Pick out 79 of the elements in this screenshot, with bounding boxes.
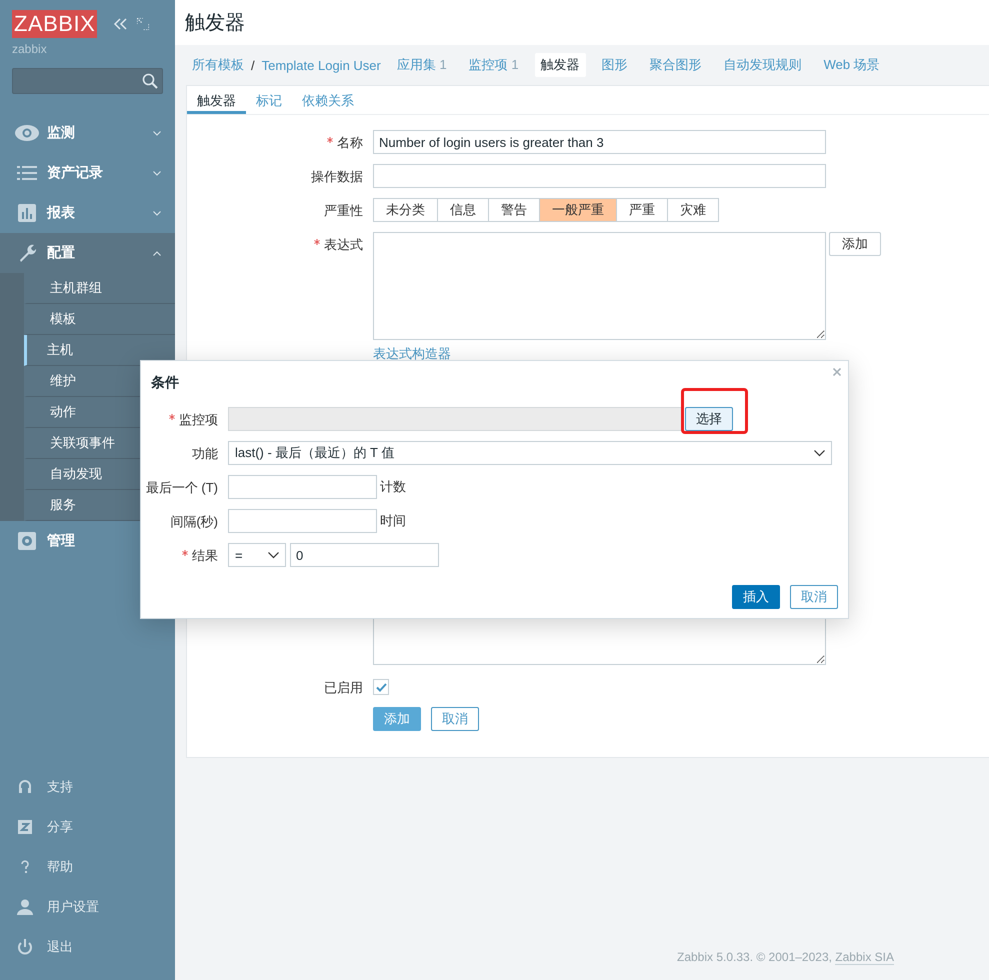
menu-item[interactable]: 报表 (0, 193, 175, 233)
power-icon (17, 939, 33, 955)
unit-label: 计数 (380, 478, 406, 496)
text-field[interactable]: 0 (290, 543, 439, 567)
submenu-item[interactable]: 主机 (24, 335, 175, 366)
close-icon[interactable] (833, 368, 841, 376)
chevron-icon (153, 250, 161, 256)
menu-item[interactable]: 监测 (0, 113, 175, 153)
insert-button[interactable]: 插入 (732, 585, 780, 609)
chevron-icon (153, 210, 161, 216)
field-label: 名称 (327, 134, 363, 152)
text-field[interactable] (228, 509, 377, 533)
chevron-icon (814, 450, 825, 456)
field-label: 功能 (192, 445, 218, 463)
breadcrumb-link[interactable]: 所有模板 (192, 56, 244, 74)
nav-tab[interactable]: 触发器 (534, 53, 586, 77)
severity-option[interactable]: 一般严重 (539, 199, 616, 221)
expression-field[interactable] (373, 232, 826, 340)
field-label: 已启用 (324, 679, 363, 697)
checkbox[interactable] (373, 679, 389, 695)
menu-item[interactable]: 分享 (0, 807, 175, 847)
field-label: 监控项 (169, 411, 218, 429)
text-field[interactable] (373, 164, 826, 188)
text-field[interactable]: Number of login users is greater than 3 (373, 130, 826, 154)
submenu-item[interactable]: 模板 (24, 304, 175, 335)
breadcrumb-link[interactable]: Template Login User (262, 58, 381, 72)
server-name: zabbix (11, 41, 48, 56)
gear-icon (18, 532, 36, 550)
footer-link[interactable]: Zabbix SIA (835, 950, 894, 965)
search-field[interactable] (12, 68, 163, 94)
nav-tab[interactable]: 图形 (596, 53, 634, 77)
field-label: 严重性 (324, 202, 363, 220)
page-title: 触发器 (185, 11, 245, 36)
eye-icon (14, 124, 40, 142)
add-button[interactable]: 添加 (373, 707, 421, 731)
collapse-icon (113, 18, 128, 30)
menu-item[interactable]: 支持 (0, 767, 175, 807)
form-tab[interactable]: 触发器 (187, 86, 246, 114)
nav-tab[interactable]: 自动发现规则 (718, 53, 808, 77)
nav-tab[interactable]: 监控项 1 (462, 53, 525, 77)
text-field[interactable] (228, 475, 377, 499)
search-icon (142, 73, 158, 89)
headset-icon (18, 779, 32, 795)
wrench-icon (17, 243, 37, 263)
question-icon (20, 859, 30, 875)
field-label: 操作数据 (311, 168, 363, 186)
list-icon (17, 166, 37, 180)
submenu-item[interactable]: 主机群组 (24, 273, 175, 304)
chevron-icon (153, 170, 161, 176)
add-button[interactable]: 添加 (829, 232, 881, 256)
breadcrumb-separator: / (251, 58, 255, 72)
dropdown[interactable]: last() - 最后（最近）的 T 值 (228, 441, 832, 465)
z-square-icon (18, 820, 32, 834)
menu-item[interactable]: 帮助 (0, 847, 175, 887)
logo[interactable]: ZABBIX (12, 10, 98, 38)
form-tab[interactable]: 依赖关系 (292, 86, 364, 114)
dropdown[interactable]: = (228, 543, 286, 567)
user-icon (17, 899, 33, 915)
menu-item[interactable]: 退出 (0, 927, 175, 967)
unit-label: 时间 (380, 512, 406, 530)
expression-builder-link[interactable]: 表达式构造器 (373, 345, 451, 363)
nav-tab[interactable]: 应用集 1 (390, 53, 453, 77)
footer-text: Zabbix 5.0.33. © 2001–2023, Zabbix SIA (677, 950, 894, 967)
form-tab[interactable]: 标记 (246, 86, 292, 114)
menu-item[interactable]: 配置 (0, 233, 175, 273)
cancel-button[interactable]: 取消 (790, 585, 838, 609)
field-label: 结果 (182, 547, 218, 565)
menu-item[interactable]: 资产记录 (0, 153, 175, 193)
cancel-button[interactable]: 取消 (431, 707, 479, 731)
nav-tab[interactable]: Web 场景 (818, 53, 886, 77)
bar-chart-icon (18, 204, 36, 222)
field-label: 表达式 (314, 236, 363, 254)
select-button[interactable]: 选择 (685, 407, 733, 431)
nav-tab[interactable]: 聚合图形 (644, 53, 708, 77)
chevron-icon (268, 552, 279, 558)
chevron-icon (153, 130, 161, 136)
menu-item[interactable]: 用户设置 (0, 887, 175, 927)
check-icon (376, 682, 386, 692)
expand-icon (137, 18, 150, 30)
